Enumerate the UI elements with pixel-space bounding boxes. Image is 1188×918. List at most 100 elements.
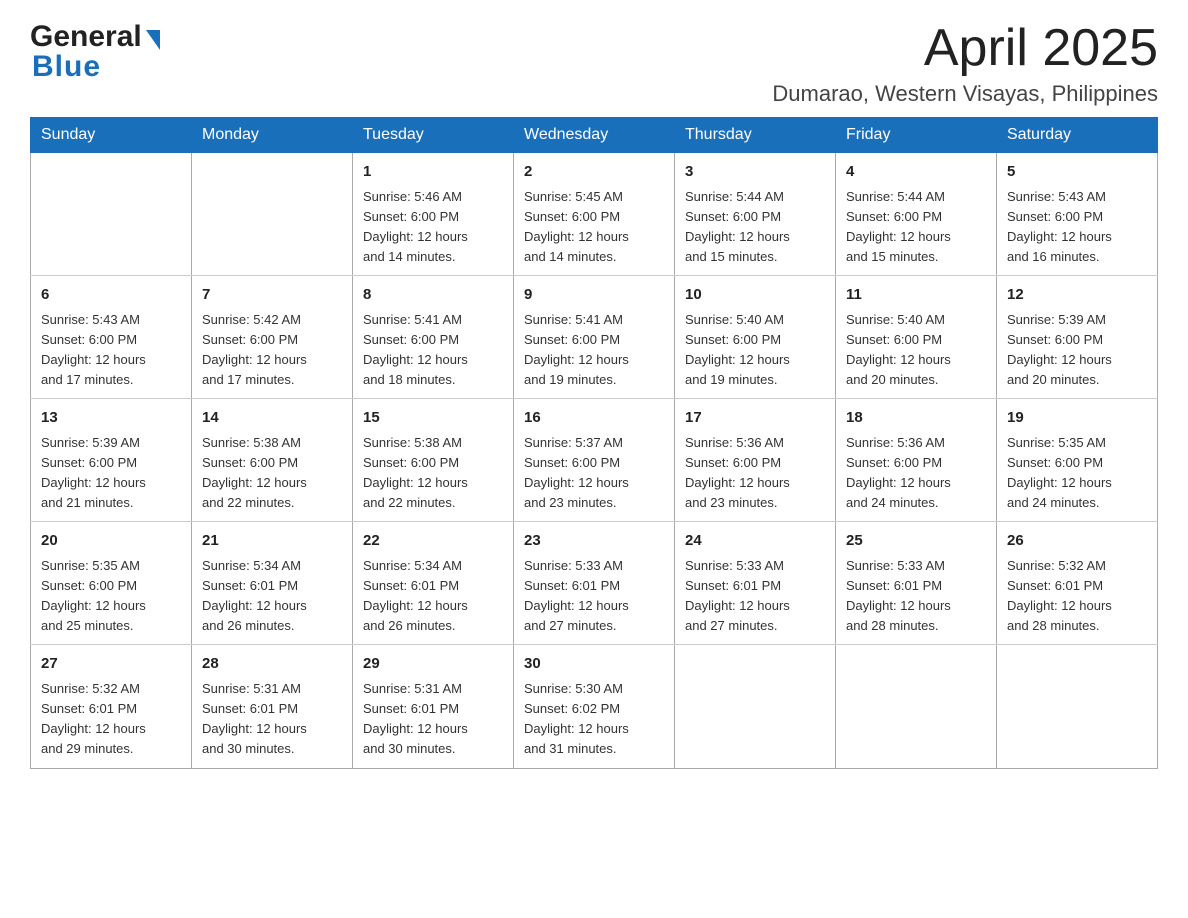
day-detail: Sunrise: 5:46 AM Sunset: 6:00 PM Dayligh… [363, 187, 503, 268]
calendar-cell [997, 645, 1158, 768]
day-detail: Sunrise: 5:41 AM Sunset: 6:00 PM Dayligh… [524, 310, 664, 391]
day-number: 11 [846, 284, 986, 307]
day-number: 6 [41, 284, 181, 307]
day-number: 29 [363, 653, 503, 676]
day-detail: Sunrise: 5:38 AM Sunset: 6:00 PM Dayligh… [363, 433, 503, 514]
location-subtitle: Dumarao, Western Visayas, Philippines [772, 81, 1158, 107]
calendar-week-row: 27 Sunrise: 5:32 AM Sunset: 6:01 PM Dayli… [31, 645, 1158, 768]
day-detail: Sunrise: 5:40 AM Sunset: 6:00 PM Dayligh… [846, 310, 986, 391]
day-number: 24 [685, 530, 825, 553]
day-detail: Sunrise: 5:43 AM Sunset: 6:00 PM Dayligh… [41, 310, 181, 391]
day-number: 2 [524, 161, 664, 184]
calendar-cell: 4Sunrise: 5:44 AM Sunset: 6:00 PM Daylig… [836, 153, 997, 276]
calendar-cell: 24 Sunrise: 5:33 AM Sunset: 6:01 PM Dayli… [675, 522, 836, 645]
weekday-header-saturday: Saturday [997, 118, 1158, 153]
day-detail: Sunrise: 5:36 AM Sunset: 6:00 PM Dayligh… [846, 433, 986, 514]
calendar-cell: 16 Sunrise: 5:37 AM Sunset: 6:00 PM Dayli… [514, 399, 675, 522]
day-number: 17 [685, 407, 825, 430]
calendar-cell: 2 Sunrise: 5:45 AM Sunset: 6:00 PM Daylig… [514, 153, 675, 276]
calendar-week-row: 1 Sunrise: 5:46 AM Sunset: 6:00 PM Daylig… [31, 153, 1158, 276]
day-number: 30 [524, 653, 664, 676]
calendar-cell: 3 Sunrise: 5:44 AM Sunset: 6:00 PM Daylig… [675, 153, 836, 276]
calendar-week-row: 13Sunrise: 5:39 AM Sunset: 6:00 PM Dayli… [31, 399, 1158, 522]
calendar-cell [836, 645, 997, 768]
weekday-header-thursday: Thursday [675, 118, 836, 153]
weekday-header-friday: Friday [836, 118, 997, 153]
day-detail: Sunrise: 5:35 AM Sunset: 6:00 PM Dayligh… [41, 556, 181, 637]
calendar-cell: 29Sunrise: 5:31 AM Sunset: 6:01 PM Dayli… [353, 645, 514, 768]
calendar-cell: 14Sunrise: 5:38 AM Sunset: 6:00 PM Dayli… [192, 399, 353, 522]
calendar-cell: 19 Sunrise: 5:35 AM Sunset: 6:00 PM Dayli… [997, 399, 1158, 522]
day-number: 5 [1007, 161, 1147, 184]
calendar-cell [31, 153, 192, 276]
day-detail: Sunrise: 5:32 AM Sunset: 6:01 PM Dayligh… [41, 679, 181, 760]
day-number: 8 [363, 284, 503, 307]
logo-blue-text: Blue [32, 50, 101, 84]
weekday-header-monday: Monday [192, 118, 353, 153]
calendar-cell: 6 Sunrise: 5:43 AM Sunset: 6:00 PM Daylig… [31, 276, 192, 399]
calendar-cell: 7 Sunrise: 5:42 AM Sunset: 6:00 PM Daylig… [192, 276, 353, 399]
calendar-cell: 18 Sunrise: 5:36 AM Sunset: 6:00 PM Dayli… [836, 399, 997, 522]
calendar-cell: 9 Sunrise: 5:41 AM Sunset: 6:00 PM Daylig… [514, 276, 675, 399]
day-number: 7 [202, 284, 342, 307]
calendar-cell: 27 Sunrise: 5:32 AM Sunset: 6:01 PM Dayli… [31, 645, 192, 768]
calendar-cell: 30 Sunrise: 5:30 AM Sunset: 6:02 PM Dayli… [514, 645, 675, 768]
day-detail: Sunrise: 5:33 AM Sunset: 6:01 PM Dayligh… [685, 556, 825, 637]
day-number: 16 [524, 407, 664, 430]
calendar-cell: 20 Sunrise: 5:35 AM Sunset: 6:00 PM Dayli… [31, 522, 192, 645]
calendar-cell: 23 Sunrise: 5:33 AM Sunset: 6:01 PM Dayli… [514, 522, 675, 645]
day-detail: Sunrise: 5:42 AM Sunset: 6:00 PM Dayligh… [202, 310, 342, 391]
day-number: 23 [524, 530, 664, 553]
day-detail: Sunrise: 5:32 AM Sunset: 6:01 PM Dayligh… [1007, 556, 1147, 637]
day-detail: Sunrise: 5:35 AM Sunset: 6:00 PM Dayligh… [1007, 433, 1147, 514]
calendar-cell: 25 Sunrise: 5:33 AM Sunset: 6:01 PM Dayli… [836, 522, 997, 645]
day-detail: Sunrise: 5:33 AM Sunset: 6:01 PM Dayligh… [846, 556, 986, 637]
day-number: 9 [524, 284, 664, 307]
calendar-cell: 1 Sunrise: 5:46 AM Sunset: 6:00 PM Daylig… [353, 153, 514, 276]
title-block: April 2025 Dumarao, Western Visayas, Phi… [772, 20, 1158, 107]
calendar-cell [192, 153, 353, 276]
weekday-header-tuesday: Tuesday [353, 118, 514, 153]
calendar-cell: 13Sunrise: 5:39 AM Sunset: 6:00 PM Dayli… [31, 399, 192, 522]
calendar-cell: 28 Sunrise: 5:31 AM Sunset: 6:01 PM Dayli… [192, 645, 353, 768]
day-detail: Sunrise: 5:43 AM Sunset: 6:00 PM Dayligh… [1007, 187, 1147, 268]
calendar-cell: 22Sunrise: 5:34 AM Sunset: 6:01 PM Dayli… [353, 522, 514, 645]
day-detail: Sunrise: 5:44 AM Sunset: 6:00 PM Dayligh… [846, 187, 986, 268]
day-detail: Sunrise: 5:41 AM Sunset: 6:00 PM Dayligh… [363, 310, 503, 391]
calendar-cell [675, 645, 836, 768]
day-detail: Sunrise: 5:45 AM Sunset: 6:00 PM Dayligh… [524, 187, 664, 268]
day-detail: Sunrise: 5:36 AM Sunset: 6:00 PM Dayligh… [685, 433, 825, 514]
day-detail: Sunrise: 5:30 AM Sunset: 6:02 PM Dayligh… [524, 679, 664, 760]
day-number: 20 [41, 530, 181, 553]
day-detail: Sunrise: 5:39 AM Sunset: 6:00 PM Dayligh… [41, 433, 181, 514]
day-number: 1 [363, 161, 503, 184]
day-number: 25 [846, 530, 986, 553]
day-detail: Sunrise: 5:33 AM Sunset: 6:01 PM Dayligh… [524, 556, 664, 637]
day-number: 14 [202, 407, 342, 430]
calendar-cell: 26 Sunrise: 5:32 AM Sunset: 6:01 PM Dayli… [997, 522, 1158, 645]
day-number: 22 [363, 530, 503, 553]
calendar-week-row: 20 Sunrise: 5:35 AM Sunset: 6:00 PM Dayli… [31, 522, 1158, 645]
day-number: 19 [1007, 407, 1147, 430]
day-number: 26 [1007, 530, 1147, 553]
day-detail: Sunrise: 5:39 AM Sunset: 6:00 PM Dayligh… [1007, 310, 1147, 391]
day-detail: Sunrise: 5:37 AM Sunset: 6:00 PM Dayligh… [524, 433, 664, 514]
day-detail: Sunrise: 5:34 AM Sunset: 6:01 PM Dayligh… [202, 556, 342, 637]
calendar-cell: 17 Sunrise: 5:36 AM Sunset: 6:00 PM Dayli… [675, 399, 836, 522]
day-number: 27 [41, 653, 181, 676]
weekday-header-sunday: Sunday [31, 118, 192, 153]
day-detail: Sunrise: 5:31 AM Sunset: 6:01 PM Dayligh… [202, 679, 342, 760]
day-number: 15 [363, 407, 503, 430]
calendar-cell: 10Sunrise: 5:40 AM Sunset: 6:00 PM Dayli… [675, 276, 836, 399]
calendar-header-row: SundayMondayTuesdayWednesdayThursdayFrid… [31, 118, 1158, 153]
page-header: General Blue April 2025 Dumarao, Western… [30, 20, 1158, 107]
day-detail: Sunrise: 5:44 AM Sunset: 6:00 PM Dayligh… [685, 187, 825, 268]
logo-triangle-icon [146, 30, 160, 50]
month-year-title: April 2025 [772, 20, 1158, 77]
weekday-header-wednesday: Wednesday [514, 118, 675, 153]
day-number: 18 [846, 407, 986, 430]
day-number: 3 [685, 161, 825, 184]
calendar-cell: 5 Sunrise: 5:43 AM Sunset: 6:00 PM Daylig… [997, 153, 1158, 276]
day-number: 28 [202, 653, 342, 676]
day-number: 12 [1007, 284, 1147, 307]
